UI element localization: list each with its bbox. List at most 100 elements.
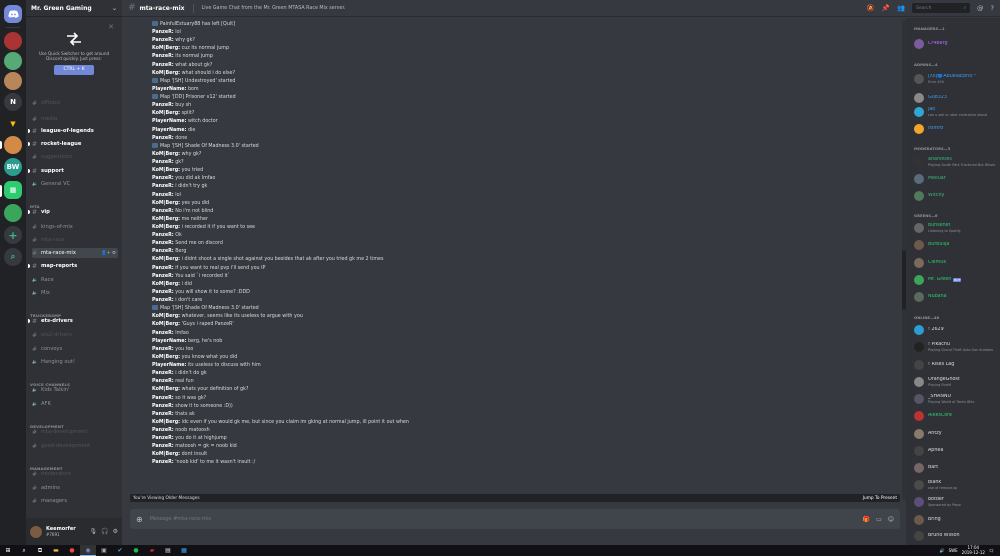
gift-icon[interactable]: 🎁 <box>863 516 870 523</box>
server-icon-bw[interactable]: BW <box>4 158 22 176</box>
message-author[interactable]: PanzeR: <box>152 404 174 409</box>
server-icon-n[interactable]: N <box>4 93 22 111</box>
channel-item[interactable]: # managers <box>32 496 118 506</box>
message-author[interactable]: KoM|Berg: <box>152 225 180 230</box>
member-item[interactable]: Cr4Berg <box>914 38 998 50</box>
channel-item[interactable]: 🔈 General VC <box>32 179 118 189</box>
message-author[interactable]: PanzeR: <box>152 54 174 59</box>
member-item[interactable]: ! Pikachu Playing Grand Theft Auto San An… <box>914 341 998 353</box>
member-item[interactable]: Burbulija <box>914 239 998 251</box>
message-author[interactable]: KoM|Berg: <box>152 322 180 327</box>
member-list-icon[interactable]: 👥 <box>897 4 905 12</box>
member-item[interactable]: [ʌx]🔵AbuelaEbrio™ Error 404 <box>914 73 998 85</box>
message-author[interactable]: PanzeR: <box>152 444 174 449</box>
message-author[interactable]: PanzeR: <box>152 298 174 303</box>
message-author[interactable]: PanzeR: <box>152 193 174 198</box>
member-item[interactable]: Antzy <box>914 428 998 440</box>
upload-plus-icon[interactable]: ⊕ <box>136 515 143 524</box>
avatar[interactable] <box>914 377 924 387</box>
message-author[interactable]: KoM|Berg: <box>152 355 180 360</box>
message-author[interactable]: KoM|Berg: <box>152 217 180 222</box>
channel-item[interactable]: 🔈 Kids Talkin' <box>32 385 118 395</box>
message-author[interactable]: PanzeR: <box>152 266 174 271</box>
server-icon-red[interactable] <box>4 32 22 50</box>
channel-item[interactable]: # map-reports <box>28 261 118 271</box>
message-author[interactable]: KoM|Berg: <box>152 452 180 457</box>
message-author[interactable]: PanzeR: <box>152 136 174 141</box>
member-item[interactable]: Bring <box>914 514 998 526</box>
message-author[interactable]: PlayerName: <box>152 339 186 344</box>
avatar[interactable] <box>914 157 924 167</box>
message-author[interactable]: KoM|Berg: <box>152 387 180 392</box>
message-author[interactable]: PanzeR: <box>152 274 174 279</box>
avatar[interactable] <box>914 275 924 285</box>
search-icon[interactable]: ⌕ <box>16 545 32 556</box>
channel-item[interactable]: # kings-of-mix <box>32 222 118 232</box>
avatar[interactable] <box>914 497 924 507</box>
message-author[interactable]: PanzeR: <box>152 436 174 441</box>
server-icon-mr-green[interactable]: ▦ <box>4 181 22 199</box>
avatar[interactable] <box>914 394 924 404</box>
avatar[interactable] <box>914 360 924 370</box>
message-author[interactable]: KoM|Berg: <box>152 257 180 262</box>
member-item[interactable]: Mekuar <box>914 173 998 185</box>
mute-bell-icon[interactable]: 🔕 <box>867 4 875 12</box>
language-indicator[interactable]: SWE <box>949 548 958 553</box>
message-author[interactable]: PanzeR: <box>152 30 174 35</box>
message-author[interactable]: PanzeR: <box>152 209 174 214</box>
message-author[interactable]: PanzeR: <box>152 460 174 465</box>
channel-item[interactable]: # moderators <box>32 469 118 479</box>
avatar[interactable] <box>30 525 42 538</box>
channel-item[interactable]: # league-of-legends <box>28 126 118 136</box>
server-icon-landscape[interactable] <box>4 136 22 154</box>
channel-item[interactable]: # offtopic <box>32 98 118 108</box>
app-icon-3[interactable]: ▣ <box>96 545 112 556</box>
message-author[interactable]: PanzeR: <box>152 63 174 68</box>
discord-home-icon[interactable] <box>4 5 22 23</box>
member-item[interactable]: Mr. Green BOT <box>914 274 998 286</box>
message-author[interactable]: PanzeR: <box>152 160 174 165</box>
channel-item[interactable]: # good-development <box>32 441 118 451</box>
mention-icon[interactable]: @ <box>977 4 984 12</box>
avatar[interactable] <box>914 174 924 184</box>
close-icon[interactable]: ✕ <box>108 23 114 31</box>
app-icon-6[interactable]: ▤ <box>160 545 176 556</box>
avatar[interactable] <box>914 292 924 302</box>
channel-item[interactable]: 🔈 Race <box>32 275 118 285</box>
member-item[interactable]: OrangeGhost Playing FiveM <box>914 376 998 388</box>
channel-item[interactable]: # rocket-league <box>28 139 118 149</box>
channel-item[interactable]: # mta-development <box>32 427 118 437</box>
member-item[interactable]: botder Sponsored by Pepsi <box>914 496 998 508</box>
message-author[interactable]: PanzeR: <box>152 38 174 43</box>
clock[interactable]: 17:04 2019-12-12 <box>962 545 985 555</box>
channel-item[interactable]: 🔈 Mix <box>32 288 118 298</box>
message-author[interactable]: PanzeR: <box>152 184 174 189</box>
message-author[interactable]: PanzeR: <box>152 233 174 238</box>
channel-item[interactable]: # ets-drivers <box>28 316 118 326</box>
message-author[interactable]: PanzeR: <box>152 176 174 181</box>
avatar[interactable] <box>914 39 924 49</box>
message-author[interactable]: KoM|Berg: <box>152 314 180 319</box>
microphone-icon[interactable]: 🎙 <box>90 528 98 535</box>
channel-item[interactable]: # admins <box>32 483 118 493</box>
jump-to-present-button[interactable]: Jump To Present <box>863 496 897 501</box>
message-author[interactable]: KoM|Berg: <box>152 282 180 287</box>
channel-item[interactable]: # mta-race <box>32 235 118 245</box>
message-author[interactable]: PanzeR: <box>152 290 174 295</box>
member-item[interactable]: nsmrd <box>914 123 998 135</box>
member-item[interactable]: blank use of remove.sp <box>914 479 998 491</box>
message-author[interactable]: KoM|Berg: <box>152 168 180 173</box>
member-item[interactable]: bunsenet Listening to Spotify <box>914 222 998 234</box>
message-author[interactable]: KoM|Berg: <box>152 201 180 206</box>
message-author[interactable]: KoM|Berg: <box>152 111 180 116</box>
member-item[interactable]: Bruno Wilson <box>914 530 998 542</box>
quick-switcher-shortcut[interactable]: CTRL + K <box>54 65 94 75</box>
explore-servers-icon[interactable]: ⌕ <box>4 248 22 266</box>
message-author[interactable]: PlayerName: <box>152 87 186 92</box>
avatar[interactable] <box>914 223 924 233</box>
headphones-icon[interactable]: 🎧 <box>101 528 108 535</box>
member-item[interactable]: Nubana <box>914 291 998 303</box>
member-item[interactable]: Witchy <box>914 190 998 202</box>
channel-item[interactable]: # mta-race-mix 👤+ ⚙ <box>32 248 118 258</box>
server-icon-triangle[interactable]: ▼ <box>4 115 22 133</box>
